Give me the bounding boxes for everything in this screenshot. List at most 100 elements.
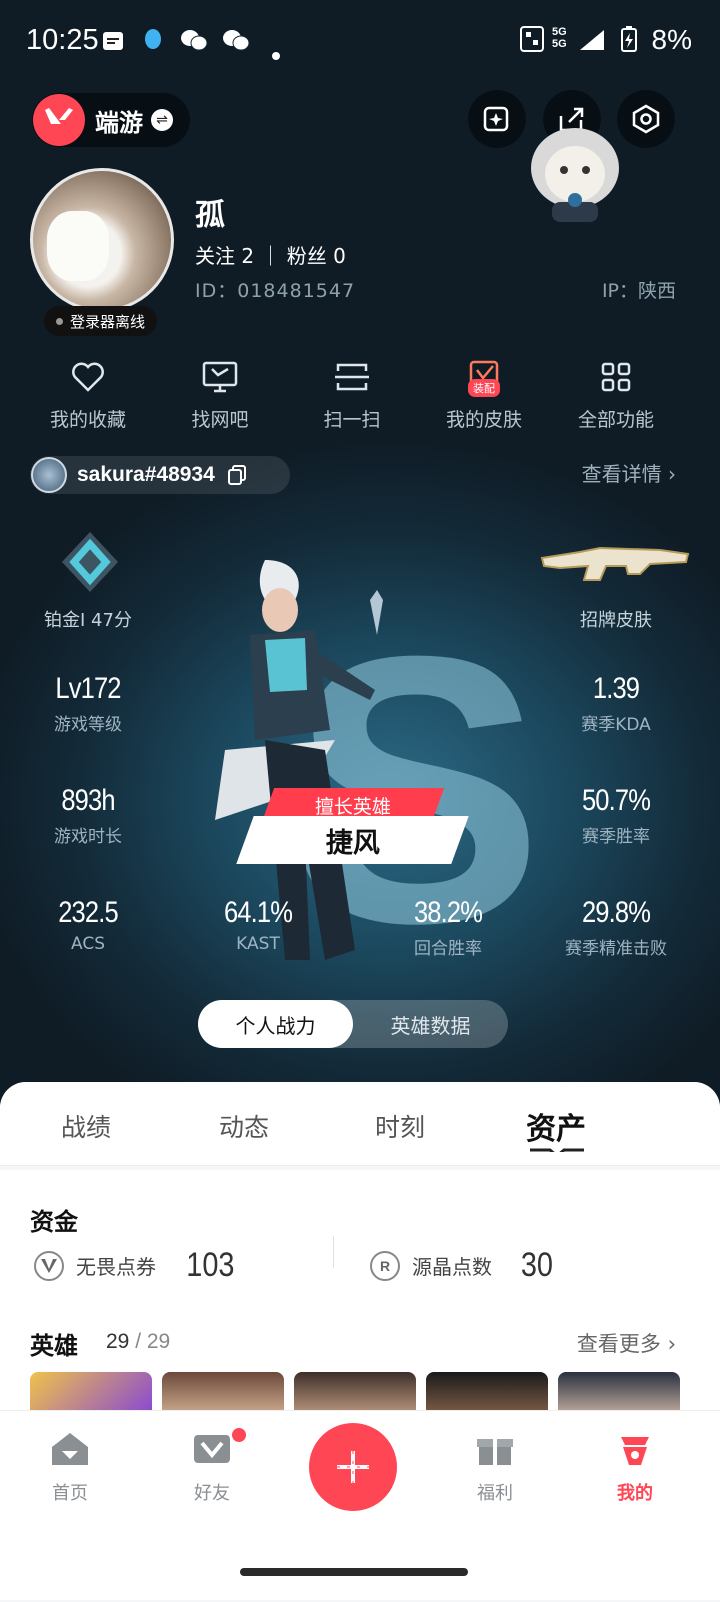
home-indicator[interactable] bbox=[240, 1568, 468, 1576]
create-post-button[interactable] bbox=[309, 1423, 397, 1511]
copy-icon[interactable] bbox=[227, 464, 247, 486]
menu-item-skins[interactable]: 装配 我的皮肤 bbox=[424, 355, 544, 432]
rank-emblem bbox=[58, 530, 122, 594]
heart-icon bbox=[72, 362, 104, 392]
launcher-status-badge: 登录器离线 bbox=[44, 306, 158, 336]
home-icon bbox=[52, 1433, 88, 1465]
weapon-skin[interactable] bbox=[540, 540, 690, 590]
rifle-skin-icon bbox=[540, 546, 690, 581]
stat-value: 29.8% bbox=[581, 896, 651, 929]
content-tabs: 战绩 动态 时刻 资产 bbox=[0, 1082, 720, 1166]
hero-card[interactable] bbox=[30, 1372, 152, 1412]
tab-moments[interactable]: 时刻 bbox=[330, 1108, 470, 1144]
stat-round-win: 38.2% 回合胜率 bbox=[368, 896, 528, 959]
fund-value: 103 bbox=[186, 1246, 235, 1284]
stat-value: 50.7% bbox=[581, 784, 651, 817]
tab-activity[interactable]: 动态 bbox=[174, 1108, 314, 1144]
toggle-hero-data[interactable]: 英雄数据 bbox=[353, 1000, 508, 1048]
platinum-rank-icon bbox=[62, 532, 118, 592]
grid-icon bbox=[601, 362, 631, 392]
heroes-owned: 29 bbox=[106, 1330, 130, 1353]
hero-card[interactable] bbox=[558, 1372, 680, 1412]
spark-button[interactable] bbox=[468, 90, 526, 148]
stat-value: 38.2% bbox=[413, 896, 483, 929]
stat-label: 赛季KDA bbox=[581, 715, 651, 735]
tab-records[interactable]: 战绩 bbox=[16, 1108, 156, 1144]
menu-item-netcafe[interactable]: 找网吧 bbox=[160, 355, 280, 432]
heroes-total: 29 bbox=[146, 1330, 171, 1353]
data-view-toggle: 个人战力 英雄数据 bbox=[198, 1000, 508, 1048]
riot-account-chip[interactable]: sakura#48934 bbox=[30, 456, 290, 494]
nav-home[interactable]: 首页 bbox=[25, 1431, 115, 1505]
user-id: ID：018481547 bbox=[195, 280, 356, 302]
tab-assets[interactable]: 资产 bbox=[486, 1104, 626, 1148]
skin-badge: 装配 bbox=[468, 379, 500, 397]
heroes-title: 英雄 bbox=[30, 1332, 78, 1360]
menu-item-all[interactable]: 全部功能 bbox=[556, 355, 676, 432]
signal-icon bbox=[580, 26, 606, 59]
follow-stats[interactable]: 关注 2 ｜ 粉丝 0 bbox=[195, 240, 346, 269]
status-dot bbox=[56, 317, 63, 325]
nav-mine[interactable]: 我的 bbox=[590, 1431, 680, 1505]
network-5g-text: 5G bbox=[552, 26, 567, 38]
view-detail-link[interactable]: 查看详情 › bbox=[582, 458, 676, 487]
stat-kda: 1.39 赛季KDA bbox=[536, 672, 696, 735]
valorant-logo-icon bbox=[33, 94, 85, 146]
stat-label: 游戏等级 bbox=[54, 715, 122, 735]
vp-icon bbox=[34, 1250, 64, 1281]
switch-icon: ⇌ bbox=[151, 109, 173, 131]
nav-label: 首页 bbox=[52, 1483, 88, 1504]
stat-label: ACS bbox=[71, 934, 105, 954]
funds-title: 资金 bbox=[30, 1208, 78, 1236]
nav-label: 福利 bbox=[477, 1483, 513, 1504]
heroes-count: 29 / 29 bbox=[106, 1330, 171, 1353]
avatar[interactable] bbox=[30, 168, 174, 312]
stat-label: 赛季精准击败 bbox=[565, 939, 667, 959]
wechat-icon bbox=[180, 26, 208, 59]
hero-card[interactable] bbox=[426, 1372, 548, 1412]
nav-welfare[interactable]: 福利 bbox=[450, 1431, 540, 1505]
hero-card[interactable] bbox=[294, 1372, 416, 1412]
battery-icon bbox=[621, 26, 637, 59]
stat-label: KAST bbox=[236, 934, 280, 954]
menu-item-label: 我的收藏 bbox=[49, 409, 126, 431]
fund-divider bbox=[333, 1236, 334, 1268]
fund-label: 源晶点数 bbox=[412, 1255, 492, 1279]
battery-percent: 8% bbox=[651, 24, 692, 55]
stat-label: 赛季胜率 bbox=[582, 827, 650, 847]
radianite-icon: R bbox=[370, 1250, 400, 1281]
friends-notification-dot bbox=[232, 1428, 246, 1442]
menu-item-label: 我的皮肤 bbox=[445, 409, 522, 431]
friends-icon bbox=[194, 1435, 230, 1463]
stat-acs: 232.5 ACS bbox=[8, 896, 168, 954]
rank-label-box: 铂金I 47分 bbox=[8, 602, 168, 632]
nav-friends[interactable]: 好友 bbox=[167, 1431, 257, 1505]
stat-value: 232.5 bbox=[58, 896, 118, 929]
view-more-heroes[interactable]: 查看更多 › bbox=[577, 1328, 676, 1358]
stat-value: Lv172 bbox=[55, 672, 121, 705]
best-hero-name: 捷风 bbox=[325, 827, 380, 859]
stat-level: Lv172 游戏等级 bbox=[8, 672, 168, 735]
qq-icon bbox=[142, 26, 164, 59]
stat-label: 游戏时长 bbox=[54, 827, 122, 847]
plus-icon bbox=[337, 1451, 369, 1483]
network-label: 5G 5G bbox=[552, 26, 567, 50]
app-switch-pill[interactable]: 端游 ⇌ bbox=[32, 93, 190, 147]
launcher-status-text: 登录器离线 bbox=[70, 312, 146, 331]
mascot-sticker bbox=[522, 120, 628, 224]
best-hero-name-box[interactable]: 捷风 bbox=[236, 816, 469, 864]
ip-location: IP：陕西 bbox=[601, 280, 676, 302]
menu-item-favorites[interactable]: 我的收藏 bbox=[28, 355, 148, 432]
profile-name: 孤 bbox=[195, 198, 225, 233]
menu-item-label: 全部功能 bbox=[577, 409, 654, 431]
toggle-personal-power[interactable]: 个人战力 bbox=[198, 1000, 353, 1048]
agent-avatar bbox=[31, 457, 67, 493]
hero-card[interactable] bbox=[162, 1372, 284, 1412]
fund-label: 无畏点券 bbox=[76, 1255, 156, 1279]
menu-item-scan[interactable]: 扫一扫 bbox=[292, 355, 412, 432]
skin-label-box: 招牌皮肤 bbox=[536, 602, 696, 632]
stat-value: 64.1% bbox=[223, 896, 293, 929]
avatar-bear-figure bbox=[47, 211, 109, 281]
stat-hours: 893h 游戏时长 bbox=[8, 784, 168, 847]
best-hero-tag-text: 擅长英雄 bbox=[314, 795, 391, 818]
